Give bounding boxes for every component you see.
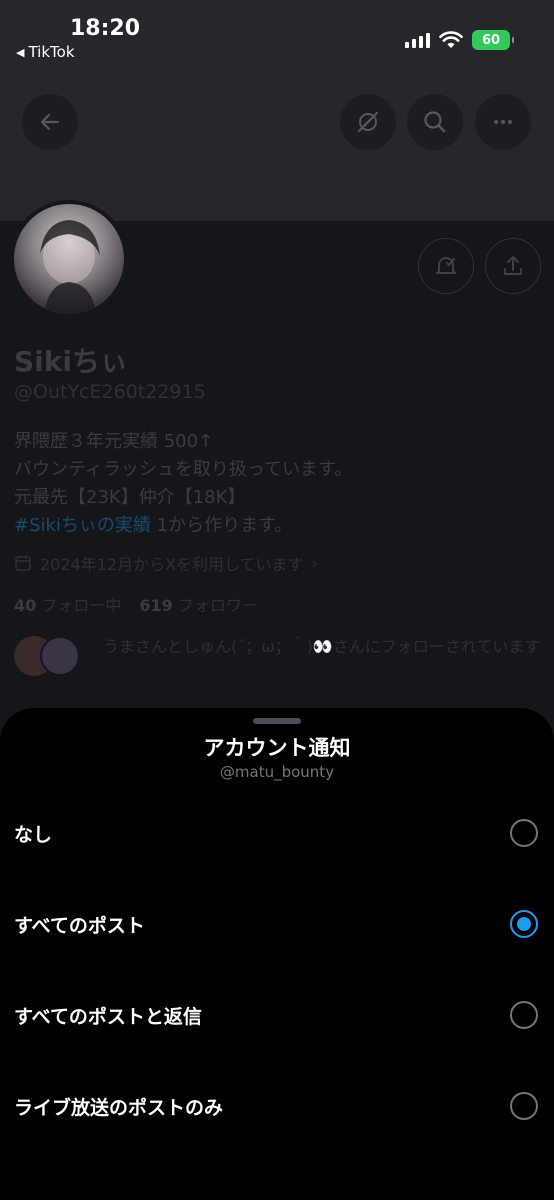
radio-unselected[interactable] [510, 1092, 538, 1120]
back-to-app-link[interactable]: ◀ TikTok [16, 43, 75, 61]
radio-unselected[interactable] [510, 819, 538, 847]
avatar-image [14, 204, 124, 314]
back-app-label: TikTok [28, 43, 75, 61]
bell-check-icon [436, 257, 456, 274]
calendar-icon [15, 555, 31, 571]
account-notification-sheet: アカウント通知 @matu_bounty なし すべてのポスト すべてのポストと… [0, 708, 554, 1200]
status-bar: 18:20 ◀ TikTok 60 [0, 0, 554, 68]
radio-selected[interactable] [510, 910, 538, 938]
avatar[interactable] [10, 200, 128, 318]
following-link[interactable]: 40 フォロー中 [14, 592, 121, 616]
option-label: すべてのポスト [14, 914, 145, 937]
status-indicators: 60 [405, 30, 514, 50]
followers-link[interactable]: 619 フォロワー [139, 592, 258, 616]
profile-handle: @OutYcE260t22915 [14, 381, 206, 403]
sheet-subtitle: @matu_bounty [219, 763, 335, 781]
joined-date[interactable]: 2024年12月からXを利用しています › [14, 551, 318, 575]
profile-name: Sikiちぃ [14, 345, 128, 378]
followed-by-text[interactable]: うまさんとしゅん(´；ω；｀)👀さんにフォローされています [103, 633, 543, 661]
following-label: フォロー中 [41, 596, 122, 615]
battery-level: 60 [481, 32, 501, 48]
bio-line: #Sikiちぃの実績 1から作ります。 [14, 512, 352, 540]
profile-bio: 界隈歴３年元実績 500↑ バウンティラッシュを取り扱っています。 元最先【23… [14, 428, 352, 540]
arrow-left-icon [40, 113, 60, 131]
back-triangle-icon: ◀ [16, 45, 25, 59]
option-live-only[interactable]: ライブ放送のポストのみ [0, 1066, 554, 1146]
chevron-right-icon: › [311, 553, 318, 573]
option-label: ライブ放送のポストのみ [14, 1096, 224, 1119]
following-count: 40 [14, 596, 37, 615]
sheet-grabber[interactable] [253, 718, 301, 724]
avatar [40, 636, 80, 676]
follow-stats: 40 フォロー中 619 フォロワー [14, 592, 258, 616]
option-all-posts-and-replies[interactable]: すべてのポストと返信 [0, 975, 554, 1055]
option-all-posts[interactable]: すべてのポスト [0, 884, 554, 964]
cellular-signal-icon [405, 32, 430, 48]
search-button[interactable] [407, 94, 463, 150]
joined-label: 2024年12月からXを利用しています [40, 555, 304, 574]
radio-unselected[interactable] [510, 1001, 538, 1029]
option-label: すべてのポストと返信 [14, 1005, 202, 1028]
grok-button[interactable] [340, 94, 396, 150]
bio-hashtag-link[interactable]: #Sikiちぃの実績 [14, 515, 151, 536]
status-time: 18:20 [70, 16, 141, 41]
followers-label: フォロワー [177, 596, 258, 615]
option-none[interactable]: なし [0, 793, 554, 873]
profile-banner [0, 68, 554, 221]
option-label: なし [14, 823, 53, 846]
wifi-icon [439, 31, 463, 48]
more-button[interactable] [475, 94, 531, 150]
notification-button[interactable] [418, 238, 474, 294]
search-icon [424, 111, 446, 133]
back-button[interactable] [22, 94, 78, 150]
bio-line: 界隈歴３年元実績 500↑ [14, 431, 214, 452]
sheet-title: アカウント通知 [203, 736, 351, 760]
battery-icon: 60 [472, 30, 514, 50]
more-icon [494, 120, 512, 124]
followed-by-avatars[interactable] [14, 636, 80, 676]
share-icon [504, 256, 522, 275]
share-button[interactable] [485, 238, 541, 294]
grok-icon [357, 111, 379, 133]
bio-line-rest: 1から作ります。 [150, 515, 293, 536]
bio-line: バウンティラッシュを取り扱っています。 [14, 459, 353, 480]
followers-count: 619 [139, 596, 173, 615]
bio-line: 元最先【23K】仲介【18K】 [14, 487, 246, 508]
